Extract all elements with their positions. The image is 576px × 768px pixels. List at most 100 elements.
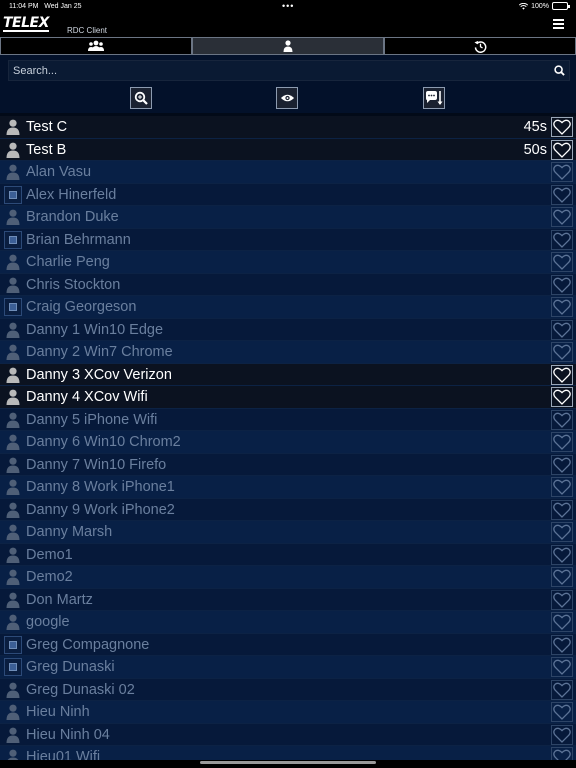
- favorite-button[interactable]: [551, 207, 573, 227]
- favorite-button[interactable]: [551, 544, 573, 565]
- favorite-button[interactable]: [551, 477, 573, 497]
- favorite-button[interactable]: [551, 387, 573, 407]
- tab-history[interactable]: [384, 37, 576, 55]
- zoom-search-button[interactable]: [130, 87, 152, 109]
- user-row[interactable]: Greg Dunaski: [0, 656, 576, 679]
- user-row[interactable]: Danny 3 XCov Verizon: [0, 363, 576, 386]
- favorite-button[interactable]: [551, 229, 573, 250]
- user-name: Alan Vasu: [26, 164, 92, 180]
- call-timer: 45s: [523, 119, 547, 135]
- search-icon[interactable]: [554, 65, 565, 76]
- user-row[interactable]: Alan Vasu: [0, 161, 576, 184]
- home-area: [0, 760, 576, 768]
- user-row[interactable]: Don Martz: [0, 588, 576, 611]
- favorite-button[interactable]: [551, 117, 573, 137]
- favorite-button[interactable]: [551, 567, 573, 587]
- user-name: Danny 6 Win10 Chrom2: [26, 434, 181, 450]
- user-row[interactable]: google: [0, 611, 576, 634]
- user-row[interactable]: Danny 6 Win10 Chrom2: [0, 431, 576, 454]
- home-indicator[interactable]: [200, 761, 376, 764]
- user-avatar-icon: [4, 118, 22, 136]
- user-name: Greg Dunaski 02: [26, 681, 135, 698]
- favorite-button[interactable]: [551, 319, 573, 340]
- hamburger-menu-icon[interactable]: [553, 19, 564, 29]
- user-row[interactable]: Test C 45s: [0, 116, 576, 139]
- favorite-button[interactable]: [551, 184, 573, 205]
- favorite-button[interactable]: [551, 612, 573, 632]
- favorite-button[interactable]: [551, 522, 573, 542]
- user-row[interactable]: Hieu Ninh 04: [0, 723, 576, 746]
- favorite-button[interactable]: [551, 364, 573, 385]
- favorite-button[interactable]: [551, 342, 573, 362]
- heart-icon: [553, 299, 571, 315]
- user-row[interactable]: Danny Marsh: [0, 521, 576, 544]
- user-row[interactable]: Hieu Ninh: [0, 701, 576, 724]
- tab-groups[interactable]: [0, 37, 192, 55]
- user-icon: [6, 479, 20, 495]
- user-row[interactable]: Alex Hinerfeld: [0, 183, 576, 206]
- favorite-button[interactable]: [551, 162, 573, 182]
- multitask-dots-icon[interactable]: •••: [282, 1, 294, 11]
- favorite-button[interactable]: [551, 409, 573, 430]
- favorite-button[interactable]: [551, 679, 573, 700]
- user-row[interactable]: Danny 2 Win7 Chrome: [0, 341, 576, 364]
- battery-icon: [552, 2, 570, 10]
- action-toolbar: [0, 85, 576, 113]
- user-avatar-icon: [4, 163, 22, 181]
- heart-icon: [553, 232, 571, 248]
- station-icon: [4, 635, 22, 654]
- user-avatar-icon: [4, 321, 22, 339]
- user-icon: [6, 547, 20, 563]
- user-row[interactable]: Danny 5 iPhone Wifi: [0, 408, 576, 431]
- favorite-button[interactable]: [551, 297, 573, 317]
- user-list: Test C 45s Test B 50s Alan Vasu Alex Hinerfel…: [0, 116, 576, 762]
- favorite-button[interactable]: [551, 589, 573, 610]
- favorite-button[interactable]: [551, 657, 573, 677]
- user-row[interactable]: Greg Dunaski 02: [0, 678, 576, 701]
- heart-icon: [553, 569, 571, 585]
- user-row[interactable]: Craig Georgeson: [0, 296, 576, 319]
- heart-icon: [553, 344, 571, 360]
- search-input[interactable]: [13, 63, 543, 78]
- heart-icon: [553, 389, 571, 405]
- user-avatar-icon: [4, 681, 22, 699]
- favorite-button[interactable]: [551, 499, 573, 520]
- favorite-button[interactable]: [551, 432, 573, 452]
- user-avatar-icon: [4, 703, 22, 721]
- tab-users[interactable]: [192, 37, 384, 55]
- heart-icon: [553, 187, 571, 203]
- eye-button[interactable]: [276, 87, 298, 109]
- favorite-button[interactable]: [551, 252, 573, 272]
- user-row[interactable]: Brandon Duke: [0, 206, 576, 229]
- user-row[interactable]: Demo1: [0, 543, 576, 566]
- user-name: Demo1: [26, 546, 73, 563]
- user-avatar-icon: [4, 591, 22, 609]
- favorite-button[interactable]: [551, 634, 573, 655]
- heart-icon: [553, 637, 571, 653]
- message-sort-button[interactable]: [423, 87, 445, 109]
- user-row[interactable]: Brian Behrmann: [0, 228, 576, 251]
- user-row[interactable]: Charlie Peng: [0, 251, 576, 274]
- user-row[interactable]: Danny 7 Win10 Firefo: [0, 453, 576, 476]
- user-name: Danny 3 XCov Verizon: [26, 366, 172, 383]
- user-row[interactable]: Demo2: [0, 566, 576, 589]
- favorite-button[interactable]: [551, 454, 573, 475]
- user-row[interactable]: Greg Compagnone: [0, 633, 576, 656]
- user-icon: [6, 614, 20, 630]
- favorite-button[interactable]: [551, 702, 573, 722]
- station-icon: [4, 298, 22, 316]
- user-row[interactable]: Chris Stockton: [0, 273, 576, 296]
- user-name: Chris Stockton: [26, 276, 121, 293]
- user-row[interactable]: Danny 9 Work iPhone2: [0, 498, 576, 521]
- user-icon: [6, 502, 20, 518]
- user-avatar-icon: [4, 546, 22, 564]
- favorite-button[interactable]: [551, 724, 573, 745]
- heart-icon: [553, 412, 571, 428]
- favorite-button[interactable]: [551, 274, 573, 295]
- user-row[interactable]: Danny 8 Work iPhone1: [0, 476, 576, 499]
- user-row[interactable]: Test B 50s: [0, 138, 576, 161]
- user-row[interactable]: Danny 4 XCov Wifi: [0, 386, 576, 409]
- favorite-button[interactable]: [551, 139, 573, 160]
- user-row[interactable]: Danny 1 Win10 Edge: [0, 318, 576, 341]
- user-icon: [6, 142, 20, 158]
